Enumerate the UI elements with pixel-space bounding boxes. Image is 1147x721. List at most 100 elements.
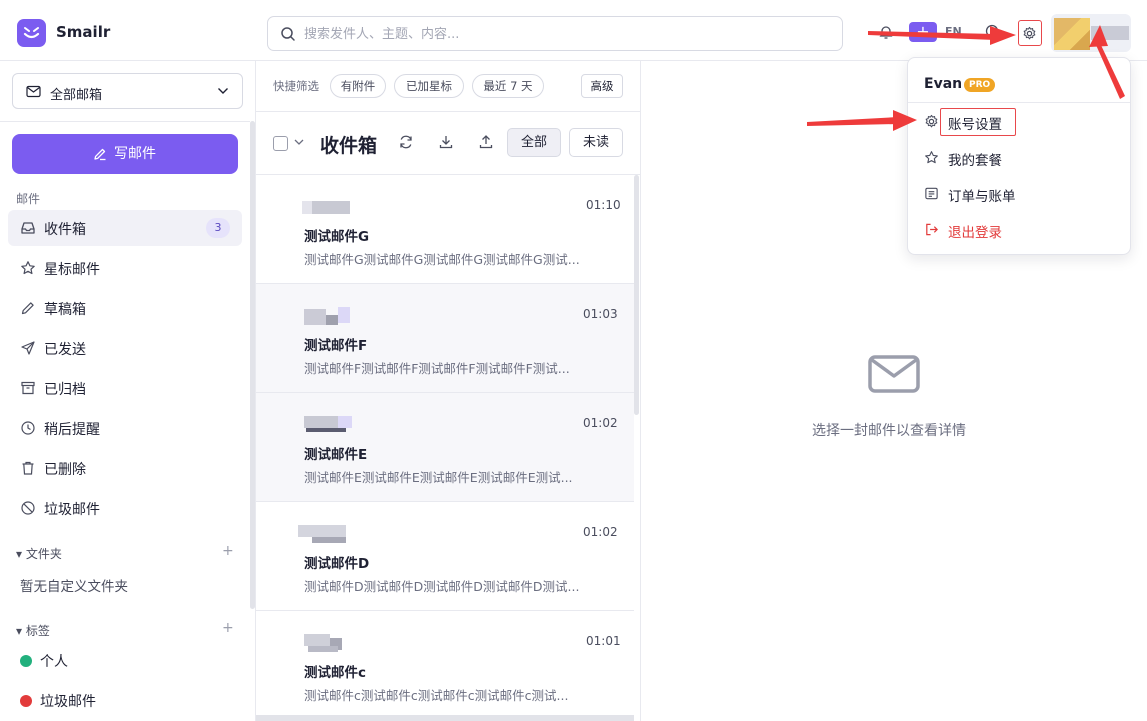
mail-preview: 测试邮件F测试邮件F测试邮件F测试邮件F测试... — [304, 361, 570, 376]
sidebar-item-trash[interactable]: 已删除 — [8, 450, 242, 486]
folders-header[interactable]: ▾ 文件夹 — [16, 545, 62, 562]
send-icon — [21, 341, 35, 355]
trash-icon — [22, 461, 34, 475]
sender-avatar-blurred — [302, 416, 352, 434]
sidebar-item-starred[interactable]: 星标邮件 — [8, 250, 242, 286]
horizontal-scrollbar[interactable] — [256, 715, 634, 721]
mail-time: 01:10 — [586, 198, 621, 212]
menu-item-my-plan[interactable]: 我的套餐 — [908, 141, 1130, 175]
logout-icon — [926, 223, 938, 236]
sidebar-item-label: 星标邮件 — [44, 262, 100, 278]
filter-chip-last7days[interactable]: 最近 7 天 — [472, 74, 544, 98]
mail-list-item[interactable]: 01:03 测试邮件F 测试邮件F测试邮件F测试邮件F测试邮件F测试... — [256, 284, 634, 393]
app-name: Smailr — [56, 23, 111, 41]
sender-avatar-blurred — [302, 634, 352, 652]
sidebar-item-label: 稍后提醒 — [44, 422, 100, 438]
unread-count-badge: 3 — [206, 218, 230, 238]
mail-list-item[interactable]: 01:01 测试邮件c 测试邮件c测试邮件c测试邮件c测试邮件c测试... — [256, 611, 634, 720]
mail-subject: 测试邮件E — [304, 447, 368, 463]
mail-preview: 测试邮件G测试邮件G测试邮件G测试邮件G测试... — [304, 252, 580, 267]
inbox-icon — [21, 222, 35, 234]
sidebar-item-archive[interactable]: 已归档 — [8, 370, 242, 406]
list-scrollbar[interactable] — [634, 175, 639, 415]
sidebar-scrollbar[interactable] — [250, 121, 255, 609]
app-window: Smailr + EN 全部邮箱 写邮件 邮件 收件箱 — [0, 0, 1147, 721]
mail-list-item[interactable]: 01:10 测试邮件G 测试邮件G测试邮件G测试邮件G测试邮件G测试... — [256, 175, 634, 284]
mail-preview: 测试邮件D测试邮件D测试邮件D测试邮件D测试... — [304, 579, 580, 594]
sidebar-item-label: 垃圾邮件 — [44, 502, 100, 518]
upload-icon[interactable] — [478, 134, 494, 150]
gear-icon — [925, 114, 938, 128]
tag-label: 垃圾邮件 — [40, 694, 96, 710]
logo-icon — [17, 19, 46, 47]
sidebar-item-snoozed[interactable]: 稍后提醒 — [8, 410, 242, 446]
mail-section-label: 邮件 — [16, 192, 41, 206]
settings-button[interactable] — [1018, 20, 1042, 46]
account-menu: Evan PRO 账号设置 我的套餐 订单与账单 退出登录 — [907, 57, 1131, 255]
add-tag-button[interactable]: + — [222, 620, 234, 636]
download-icon[interactable] — [438, 134, 454, 150]
divider — [256, 111, 640, 112]
advanced-filter-button[interactable]: 高级 — [581, 74, 623, 98]
pencil-icon — [94, 148, 106, 161]
search-input[interactable] — [304, 23, 824, 45]
empty-state-text: 选择一封邮件以查看详情 — [812, 423, 966, 439]
mail-list-item[interactable]: 01:02 测试邮件D 测试邮件D测试邮件D测试邮件D测试邮件D测试... — [256, 502, 634, 611]
add-folder-button[interactable]: + — [222, 543, 234, 559]
sender-avatar-blurred — [298, 525, 352, 543]
chevron-down-icon[interactable] — [294, 139, 304, 146]
help-icon[interactable] — [985, 24, 999, 38]
folders-empty-text: 暂无自定义文件夹 — [20, 579, 128, 595]
avatar[interactable] — [1051, 14, 1131, 52]
sidebar-item-spam[interactable]: 垃圾邮件 — [8, 490, 242, 526]
mail-subject: 测试邮件F — [304, 338, 368, 354]
sender-avatar-blurred — [302, 198, 352, 216]
quick-filter-label: 快捷筛选 — [273, 79, 319, 93]
divider — [0, 121, 250, 122]
mail-list-pane: 快捷筛选 有附件 已加星标 最近 7 天 高级 收件箱 全部 未读 01:10 … — [256, 61, 641, 721]
refresh-icon[interactable] — [398, 134, 414, 150]
sidebar-item-label: 收件箱 — [44, 222, 86, 238]
sidebar-item-inbox[interactable]: 收件箱 3 — [8, 210, 242, 246]
sidebar-item-label: 已删除 — [44, 462, 86, 478]
mailbox-select-value: 全部邮箱 — [50, 88, 103, 103]
filter-unread-button[interactable]: 未读 — [569, 128, 623, 157]
receipt-icon — [925, 187, 938, 200]
sidebar-item-label: 已发送 — [44, 342, 86, 358]
bell-icon[interactable] — [878, 24, 894, 40]
compose-button[interactable]: 写邮件 — [12, 134, 238, 174]
mail-subject: 测试邮件c — [304, 665, 367, 681]
pencil-icon — [21, 302, 34, 315]
sidebar-item-drafts[interactable]: 草稿箱 — [8, 290, 242, 326]
clock-icon — [21, 421, 35, 435]
menu-item-label: 订单与账单 — [948, 189, 1016, 205]
mail-preview: 测试邮件E测试邮件E测试邮件E测试邮件E测试... — [304, 470, 573, 485]
plan-badge: PRO — [964, 78, 996, 92]
tags-header[interactable]: ▾ 标签 — [16, 622, 50, 639]
mail-subject: 测试邮件G — [304, 229, 370, 245]
search-box[interactable] — [267, 16, 843, 51]
star-icon — [21, 261, 35, 275]
mail-list-item[interactable]: 01:02 测试邮件E 测试邮件E测试邮件E测试邮件E测试邮件E测试... — [256, 393, 634, 502]
top-bar: Smailr + EN — [0, 0, 1147, 61]
mail-preview: 测试邮件c测试邮件c测试邮件c测试邮件c测试... — [304, 688, 569, 703]
select-all-checkbox[interactable] — [273, 136, 288, 151]
page-title: 收件箱 — [320, 135, 378, 157]
new-button[interactable]: + — [909, 22, 937, 42]
mail-time: 01:02 — [583, 525, 618, 539]
tag-color-dot — [20, 655, 32, 667]
user-name: Evan — [924, 76, 963, 92]
menu-item-orders-billing[interactable]: 订单与账单 — [908, 177, 1130, 211]
chevron-down-icon — [218, 88, 228, 94]
mailbox-select[interactable]: 全部邮箱 — [12, 73, 243, 109]
filter-chip-attachment[interactable]: 有附件 — [330, 74, 386, 98]
filter-chip-starred[interactable]: 已加星标 — [394, 74, 464, 98]
menu-item-logout[interactable]: 退出登录 — [908, 213, 1130, 247]
sidebar-item-sent[interactable]: 已发送 — [8, 330, 242, 366]
filter-all-button[interactable]: 全部 — [507, 128, 561, 157]
mail-subject: 测试邮件D — [304, 556, 370, 572]
menu-item-label: 退出登录 — [948, 225, 1002, 241]
divider — [908, 102, 1130, 103]
archive-icon — [21, 381, 35, 395]
language-toggle[interactable]: EN — [945, 25, 962, 38]
